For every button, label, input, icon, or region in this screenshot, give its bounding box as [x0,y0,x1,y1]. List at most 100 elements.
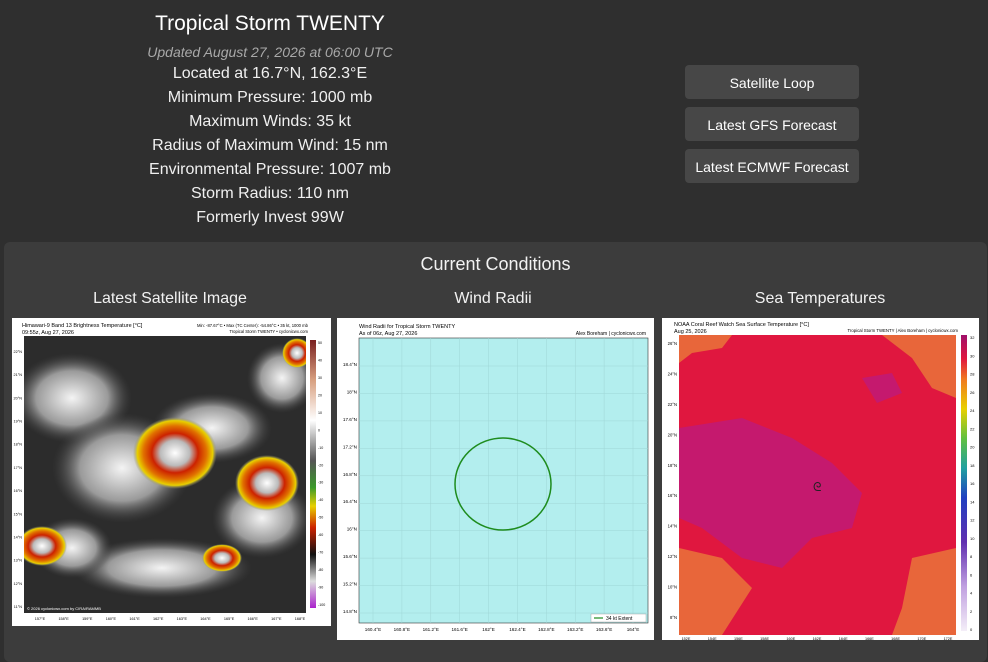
satellite-lat-label: 19°N [14,420,23,424]
storm-location: Located at 16.7°N, 162.3°E [172,65,368,82]
gfs-forecast-button[interactable]: Latest GFS Forecast [685,107,859,141]
wind-lon-label: 163.6°E [596,627,612,632]
sst-scale-label: 10 [970,536,975,541]
wind-lon-label: 162.4°E [509,627,525,632]
satellite-scale-label: 40 [318,358,322,362]
storm-rmw: Radius of Maximum Wind: 15 nm [152,137,388,154]
wind-radii-image: Wind Radii for Tropical Storm TWENTY As … [343,324,649,632]
satellite-lon-label: 168°E [295,617,306,621]
sst-scale-label: 6 [970,572,973,577]
satellite-lon-label: 159°E [82,617,93,621]
wind-lat-label: 18°N [347,389,357,394]
sst-lon-label: 158E [760,637,769,640]
sea-temps-image-link[interactable]: NOAA Coral Reef Watch Sea Surface Temper… [662,318,979,640]
wind-lat-label: 15.6°N [343,554,357,559]
sst-lon-label: 154E [708,637,717,640]
satellite-lon-label: 164°E [200,617,211,621]
sst-lon-label: 152E [682,637,691,640]
satellite-lat-label: 14°N [14,535,23,539]
satellite-loop-button[interactable]: Satellite Loop [685,65,859,99]
satellite-lat-label: 12°N [14,582,23,586]
satellite-lon-label: 162°E [153,617,164,621]
sea-temps-heading: Sea Temperatures [754,290,886,307]
action-buttons: Satellite Loop Latest GFS Forecast Lates… [685,65,859,191]
satellite-scale-label: 20 [318,393,322,397]
satellite-scale-label: -10 [318,446,323,450]
wind-lon-label: 161.2°E [423,627,439,632]
sst-lon-label: 164E [839,637,848,640]
storm-info: Tropical Storm TWENTY Updated August 27,… [120,10,420,230]
satellite-scale-label: -30 [318,481,323,485]
wind-lon-label: 160.8°E [394,627,410,632]
sst-lat-label: 8°N [670,615,677,620]
satellite-lat-label: 13°N [14,559,23,563]
satellite-lon-label: 166°E [248,617,259,621]
sst-scale-label: 32 [970,335,975,340]
sst-lat-label: 14°N [668,524,677,529]
sst-colorbar [961,335,967,631]
satellite-footer: © 2026 cyclonicwx.com by CIRA/RAMMB [27,606,101,611]
satellite-heading: Latest Satellite Image [93,290,247,307]
satellite-scale-label: 50 [318,341,322,345]
sst-scale-label: 8 [970,554,973,559]
storm-env-pressure: Environmental Pressure: 1007 mb [149,161,391,178]
satellite-scale-label: 0 [318,428,320,432]
sst-scale-label: 4 [970,591,973,596]
satellite-caption-3: Min: -87.67°C • Max (TC Center): -54.86°… [197,323,309,328]
sst-scale-label: 28 [970,372,975,377]
sst-lat-label: 16°N [668,493,677,498]
current-conditions-title: Current Conditions [420,254,571,274]
sst-scale-label: 20 [970,445,975,450]
wind-lon-label: 163.2°E [567,627,583,632]
satellite-lat-label: 22°N [14,350,23,354]
satellite-lon-label: 161°E [129,617,140,621]
satellite-scale-label: -70 [318,551,323,555]
satellite-lat-label: 20°N [14,396,23,400]
satellite-scale-label: -90 [318,586,323,590]
wind-lat-label: 14.8°N [343,609,357,614]
wind-map-area [358,337,649,624]
sst-lon-label: 168E [891,637,900,640]
satellite-lat-label: 11°N [14,605,22,609]
wind-caption-1: Wind Radii for Tropical Storm TWENTY [359,324,456,330]
sst-scale-label: 2 [970,609,973,614]
satellite-scale-label: -20 [318,463,323,467]
satellite-scale-label: -50 [318,516,323,520]
wind-lon-label: 162.8°E [538,627,554,632]
wind-lon-label: 160.4°E [365,627,381,632]
wind-lat-label: 16.8°N [343,472,357,477]
satellite-image: Himawari-9 Band 13 Brightness Temperatur… [14,323,326,621]
wind-caption-2: As of 06z, Aug 27, 2026 [359,331,417,337]
satellite-scale-label: -100 [318,603,325,607]
ecmwf-forecast-button[interactable]: Latest ECMWF Forecast [685,149,859,183]
sst-lat-label: 12°N [668,554,677,559]
wind-lat-label: 17.6°N [343,417,357,422]
updated-time: Updated August 27, 2026 at 06:00 UTC [147,44,393,60]
sst-scale-label: 22 [970,426,975,431]
satellite-lat-label: 21°N [14,373,23,377]
satellite-scale-label: 30 [318,376,322,380]
sst-lat-label: 26°N [668,341,677,346]
sst-lon-label: 172E [944,637,953,640]
sst-caption-3: Tropical Storm TWENTY | Alex Boreham | c… [847,328,958,333]
satellite-caption-2: 09:55z, Aug 27, 2026 [22,330,74,336]
satellite-image-link[interactable]: Himawari-9 Band 13 Brightness Temperatur… [12,318,331,626]
satellite-lon-label: 160°E [106,617,117,621]
sst-lat-label: 10°N [668,585,677,590]
sst-lon-label: 170E [917,637,926,640]
sst-scale-label: 16 [970,481,975,486]
satellite-caption-1: Himawari-9 Band 13 Brightness Temperatur… [22,323,143,329]
sst-scale-label: 24 [970,408,975,413]
wind-radii-image-link[interactable]: Wind Radii for Tropical Storm TWENTY As … [337,318,654,640]
sst-scale-label: 12 [970,518,975,523]
satellite-lat-label: 18°N [14,443,23,447]
sst-scale-label: 0 [970,627,973,632]
sst-caption-1: NOAA Coral Reef Watch Sea Surface Temper… [674,322,809,328]
sst-lon-label: 166E [865,637,874,640]
current-conditions-panel: Current Conditions Latest Satellite Imag… [4,242,987,662]
wind-lat-label: 16°N [347,527,357,532]
wind-lon-label: 164°E [627,627,640,632]
satellite-scale-label: -40 [318,498,323,502]
wind-lat-label: 17.2°N [343,444,357,449]
satellite-caption-4: Tropical Storm TWENTY • cyclonicwx.com [229,329,308,334]
